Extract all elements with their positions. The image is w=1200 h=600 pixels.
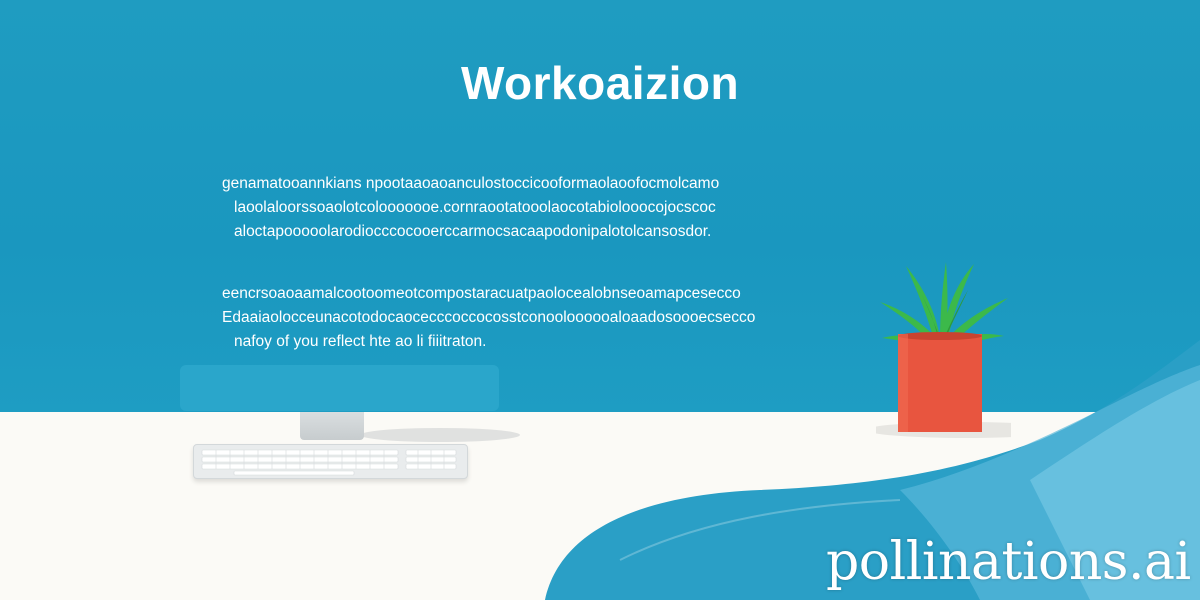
plant-pot <box>898 334 982 432</box>
wave-decoration <box>545 340 1200 600</box>
potted-plant <box>876 262 1011 438</box>
watermark-text: pollinations.ai <box>826 532 1191 592</box>
